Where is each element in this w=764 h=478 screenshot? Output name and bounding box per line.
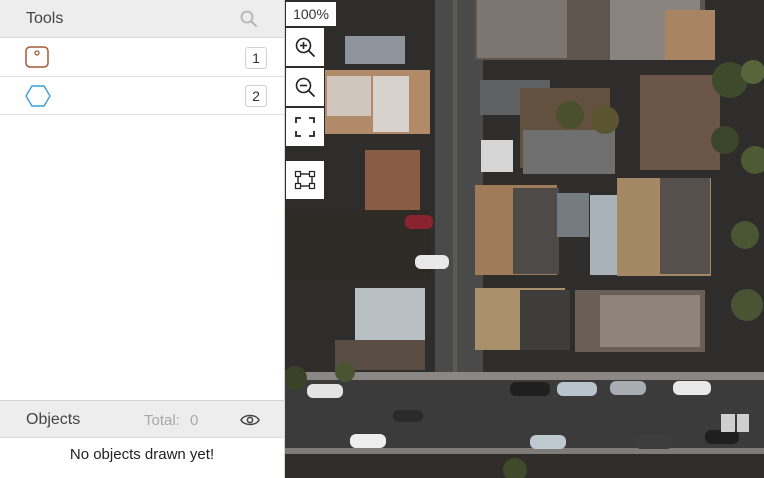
tools-title: Tools [26,10,64,27]
fit-screen-icon [295,117,315,137]
empty-objects-message: No objects drawn yet! [69,446,215,463]
shortcut-badge: 1 [245,47,267,69]
rectangle-tool-icon [25,46,49,68]
tools-panel: Tools 1 2 Objects Total: 0 No objects dr… [0,0,285,478]
search-icon[interactable] [239,9,259,29]
tools-header: Tools [0,0,284,38]
total-count: 0 [190,412,199,429]
aerial-photo [285,0,764,478]
zoom-in-icon [295,37,315,57]
aerial-map-canvas[interactable] [285,0,764,478]
total-label: Total: [144,412,180,429]
eye-icon[interactable] [240,410,260,430]
bounding-box-button[interactable] [286,161,324,199]
bounding-box-icon [294,170,316,190]
objects-header: Objects Total: 0 [0,400,284,438]
shortcut-badge: 2 [245,85,267,107]
zoom-level-label: 100% [286,2,336,26]
tool-item-rectangle[interactable]: 1 [0,39,284,77]
zoom-in-button[interactable] [286,28,324,66]
polygon-tool-icon [25,85,51,107]
zoom-out-button[interactable] [286,68,324,106]
tool-item-polygon[interactable]: 2 [0,77,284,115]
zoom-out-icon [295,77,315,97]
fit-screen-button[interactable] [286,108,324,146]
objects-title: Objects [26,411,81,428]
